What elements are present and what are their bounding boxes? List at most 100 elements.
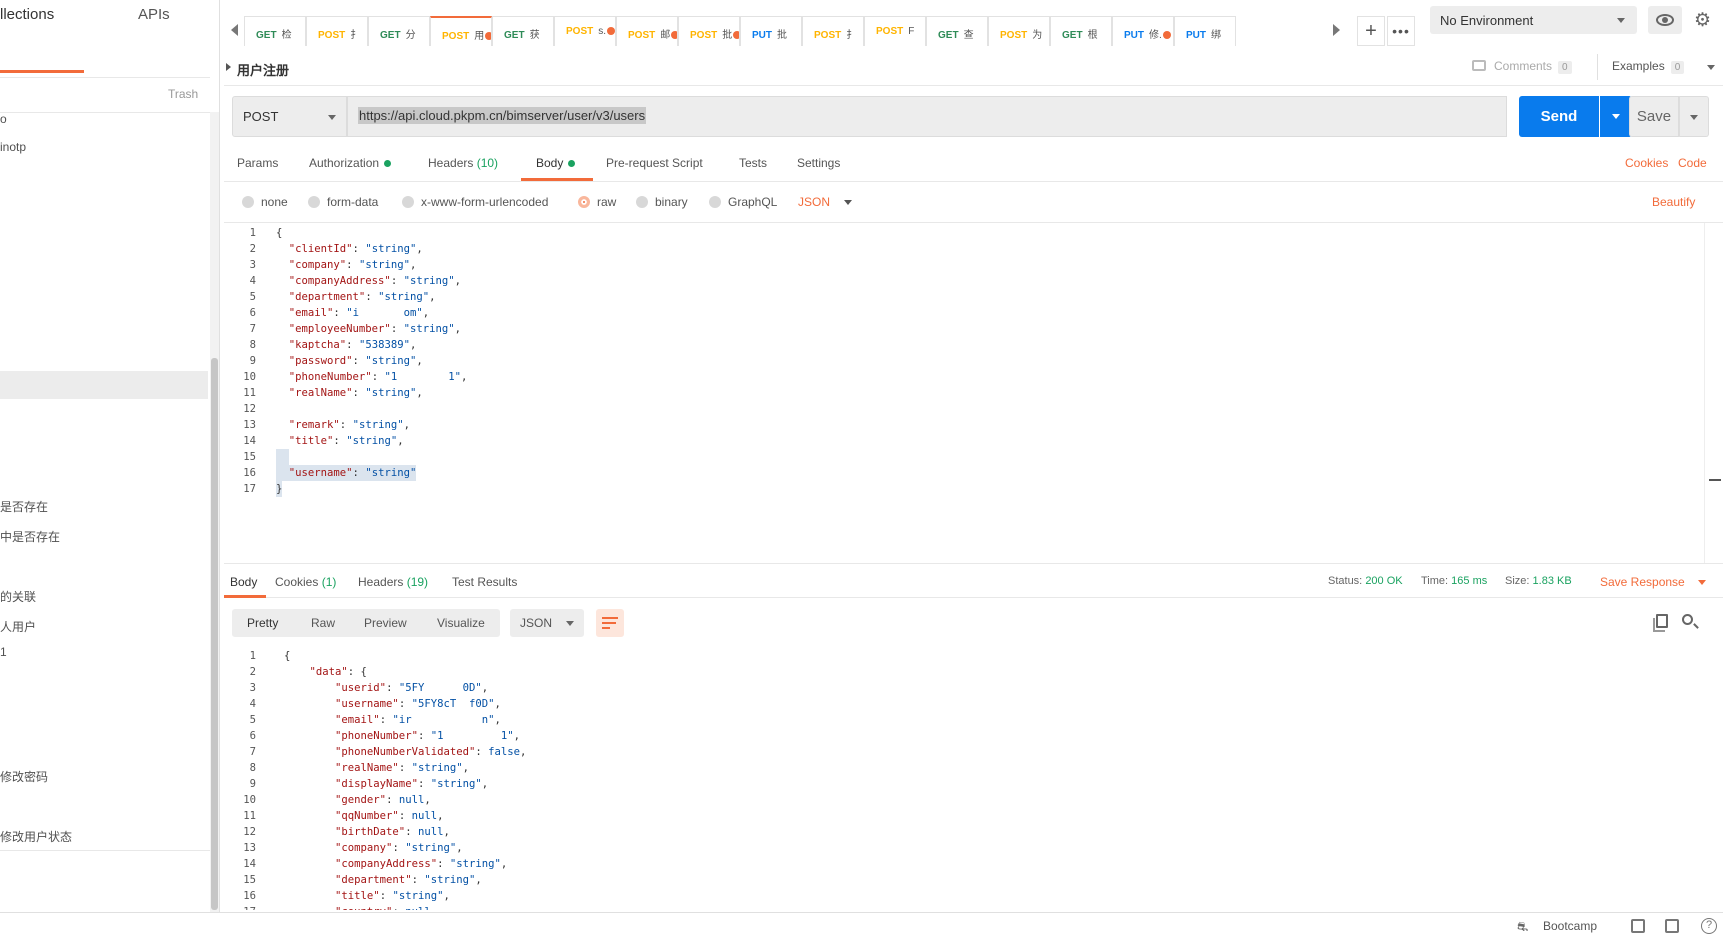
url-input[interactable]: https://api.cloud.pkpm.cn/bimserver/user…: [347, 96, 1507, 137]
request-tab[interactable]: GET 根: [1050, 16, 1112, 46]
request-tab[interactable]: POST s.: [554, 16, 616, 46]
request-tab[interactable]: POST F: [864, 16, 926, 46]
request-tab[interactable]: POST 批: [678, 16, 740, 46]
sidebar-item[interactable]: o: [0, 112, 7, 126]
code-line: 1{: [224, 225, 1694, 241]
wrap-icon[interactable]: [596, 609, 624, 637]
sidebar-tab-collections[interactable]: llections: [0, 6, 54, 23]
tab-authorization[interactable]: Authorization: [309, 156, 392, 170]
request-tab[interactable]: PUT 批: [740, 16, 802, 46]
request-tab[interactable]: PUT 修.: [1112, 16, 1174, 46]
request-tab[interactable]: POST 邮: [616, 16, 678, 46]
request-tab-method: GET: [938, 30, 959, 41]
copy-icon[interactable]: [1653, 614, 1668, 632]
request-name[interactable]: 用户注册: [237, 60, 289, 79]
comments-count: 0: [1558, 61, 1572, 74]
request-tab[interactable]: POST 用: [430, 16, 492, 46]
radio-raw[interactable]: raw: [578, 195, 616, 209]
help-icon[interactable]: ?: [1701, 918, 1717, 934]
tab-prerequest-script[interactable]: Pre-request Script: [606, 156, 703, 170]
caret-right-icon[interactable]: [226, 63, 231, 71]
method-select[interactable]: POST: [232, 96, 347, 137]
request-tab[interactable]: POST 为: [988, 16, 1050, 46]
bootcamp-icon[interactable]: ⛐: [1517, 919, 1528, 937]
request-tab[interactable]: POST 扌: [306, 16, 368, 46]
chevron-left-icon[interactable]: [231, 24, 238, 36]
code-text: "company": "string",: [335, 842, 463, 854]
tab-params[interactable]: Params: [237, 156, 278, 170]
response-tab-headers[interactable]: Headers (19): [358, 575, 428, 589]
tab-settings[interactable]: Settings: [797, 156, 840, 170]
tab-tests[interactable]: Tests: [739, 156, 767, 170]
code-text: "phoneNumberValidated": false,: [335, 746, 527, 758]
response-tab-body[interactable]: Body: [230, 575, 257, 589]
environment-select[interactable]: No Environment: [1430, 6, 1637, 34]
response-tab-test-results[interactable]: Test Results: [452, 575, 517, 589]
sidebar-item[interactable]: inotp: [0, 140, 26, 154]
tab-body[interactable]: Body: [536, 156, 576, 170]
code-line: 2 "data": {: [224, 664, 1694, 680]
request-tab[interactable]: PUT 绑: [1174, 16, 1236, 46]
sidebar-item[interactable]: 中是否存在: [0, 528, 60, 545]
request-tab[interactable]: GET 检: [244, 16, 306, 46]
request-body-editor[interactable]: 1{2 "clientId": "string", 3 "company": "s…: [224, 222, 1723, 564]
view-visualize[interactable]: Visualize: [437, 616, 485, 630]
cookies-link[interactable]: Cookies: [1625, 156, 1668, 170]
beautify-link[interactable]: Beautify: [1652, 195, 1695, 209]
sidebar-item[interactable]: 是否存在: [0, 498, 48, 515]
layout-icon[interactable]: [1631, 919, 1645, 933]
code-line: 16 "title": "string",: [224, 888, 1694, 904]
save-response-button[interactable]: Save Response: [1600, 575, 1706, 589]
send-options-button[interactable]: [1600, 96, 1632, 137]
radio-form-data[interactable]: form-data: [308, 195, 378, 209]
sidebar-item[interactable]: 人用户: [0, 618, 36, 635]
radio-none[interactable]: none: [242, 195, 288, 209]
request-tab[interactable]: GET 查: [926, 16, 988, 46]
plus-icon[interactable]: +: [1357, 16, 1385, 46]
code-link[interactable]: Code: [1678, 156, 1707, 170]
chevron-down-icon: [328, 115, 336, 120]
line-number: 1: [249, 650, 256, 662]
request-tab[interactable]: GET 分: [368, 16, 430, 46]
body-format-select[interactable]: JSON: [798, 195, 852, 209]
send-button[interactable]: Send: [1519, 96, 1599, 137]
environment-quick-look-button[interactable]: [1648, 6, 1682, 34]
code-line: 11 "realName": "string",: [224, 385, 1694, 401]
sidebar-tab-apis[interactable]: APIs: [138, 6, 170, 23]
chevron-right-icon[interactable]: [1333, 24, 1340, 36]
editor-scrollbar[interactable]: [1704, 223, 1722, 563]
response-tab-cookies[interactable]: Cookies (1): [275, 575, 336, 589]
sidebar-item[interactable]: 1: [0, 645, 7, 659]
request-tab[interactable]: GET 获: [492, 16, 554, 46]
search-icon[interactable]: [1682, 614, 1693, 625]
examples-button[interactable]: Examples 0: [1612, 59, 1715, 74]
save-options-button[interactable]: [1679, 96, 1709, 137]
request-tab-title: 邮: [660, 30, 671, 41]
sidebar-item[interactable]: 修改密码: [0, 768, 48, 785]
tab-headers[interactable]: Headers (10): [428, 156, 498, 170]
code-text: "realName": "string",: [288, 387, 423, 399]
trash-link[interactable]: Trash: [168, 87, 198, 101]
view-raw[interactable]: Raw: [311, 616, 335, 630]
request-tab-method: GET: [504, 30, 525, 41]
sidebar-item[interactable]: 修改用户状态: [0, 828, 72, 845]
request-tab-title: 查: [963, 30, 974, 41]
sidebar-scroll-thumb[interactable]: [211, 358, 218, 910]
save-button[interactable]: Save: [1629, 96, 1679, 137]
more-icon[interactable]: •••: [1387, 16, 1415, 46]
response-body-viewer[interactable]: 1{2 "data": {3 "userid": "5FY 0D", 4 "use…: [224, 648, 1723, 910]
comments-button[interactable]: Comments 0: [1472, 59, 1572, 74]
sidebar-item[interactable]: 的关联: [0, 588, 36, 605]
gear-icon[interactable]: ⚙: [1694, 9, 1711, 32]
radio-binary[interactable]: binary: [636, 195, 688, 209]
grid-icon[interactable]: [1665, 919, 1679, 933]
bootcamp-link[interactable]: Bootcamp: [1543, 919, 1597, 933]
response-format-select[interactable]: JSON: [510, 609, 584, 637]
radio-urlencoded[interactable]: x-www-form-urlencoded: [402, 195, 548, 209]
code-text: "username": "string": [276, 465, 417, 481]
radio-graphql[interactable]: GraphQL: [709, 195, 777, 209]
view-preview[interactable]: Preview: [364, 616, 407, 630]
request-tab[interactable]: POST 扌: [802, 16, 864, 46]
view-pretty[interactable]: Pretty: [247, 616, 278, 630]
sidebar-item-selected[interactable]: [0, 371, 208, 399]
